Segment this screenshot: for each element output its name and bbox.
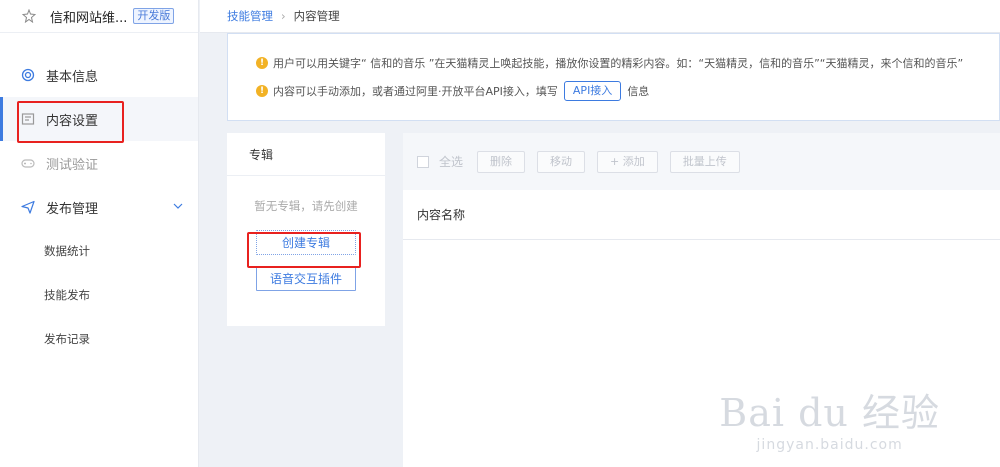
env-badge: 开发版 — [133, 8, 175, 24]
skill-logo-icon — [22, 9, 36, 23]
api-access-button[interactable]: API接入 — [563, 81, 622, 101]
breadcrumb-skill-management[interactable]: 技能管理 — [227, 8, 273, 24]
sidebar-item-basic-info[interactable]: 基本信息 — [0, 53, 198, 97]
select-all-checkbox[interactable]: 全选 — [417, 153, 463, 170]
sidebar-subitem-skill-publish[interactable]: 技能发布 — [0, 273, 198, 317]
notice-api-text: 内容可以手动添加，或者通过阿里·开放平台API接入，填写 — [273, 85, 558, 98]
checkbox-box[interactable] — [417, 155, 429, 168]
warning-icon: ! — [256, 85, 268, 97]
send-icon — [20, 199, 36, 215]
move-button[interactable]: 移动 — [537, 150, 586, 173]
chevron-down-icon[interactable] — [172, 200, 184, 216]
watermark-brand: Bai du 经验 — [719, 391, 940, 435]
notice-api-suffix: 信息 — [627, 85, 650, 98]
album-panel: 专辑 暂无专辑，请先创建 创建专辑 语音交互插件 — [227, 133, 385, 326]
sidebar: 信和网站维... 开发版 基本信息 内容设置 测试验证 发布管理 数据统计 技能… — [0, 0, 199, 467]
table-header: 内容名称 — [403, 190, 1000, 240]
album-title: 专辑 — [227, 133, 385, 176]
content-icon — [20, 111, 36, 127]
select-all-label: 全选 — [439, 155, 464, 169]
sidebar-item-content-settings[interactable]: 内容设置 — [0, 97, 198, 141]
app-name: 信和网站维... — [50, 10, 128, 26]
sidebar-nav: 基本信息 内容设置 测试验证 发布管理 数据统计 技能发布 发布记录 — [0, 33, 198, 361]
app-header: 信和网站维... 开发版 — [0, 0, 198, 33]
content-toolbar: 全选 删除 移动 + 添加 批量上传 — [403, 133, 1000, 190]
delete-button[interactable]: 删除 — [477, 150, 526, 173]
breadcrumb-current: 内容管理 — [293, 9, 340, 23]
target-icon — [20, 67, 36, 83]
notice-keyword-text: 用户可以用关键字“ 信和的音乐 ”在天猫精灵上唤起技能，播放你设置的精彩内容。如… — [273, 57, 964, 70]
sidebar-item-label: 发布管理 — [46, 201, 99, 217]
add-button[interactable]: + 添加 — [597, 150, 658, 173]
voice-plugin-button[interactable]: 语音交互插件 — [256, 266, 356, 291]
sidebar-subitem-data-stats[interactable]: 数据统计 — [0, 229, 198, 273]
breadcrumb-separator-icon: › — [281, 9, 286, 23]
create-album-button[interactable]: 创建专辑 — [256, 230, 356, 255]
column-content-name: 内容名称 — [417, 208, 466, 222]
gamepad-icon — [20, 155, 36, 171]
sidebar-item-label: 内容设置 — [46, 113, 99, 129]
notice-line-keyword: ! 用户可以用关键字“ 信和的音乐 ”在天猫精灵上唤起技能，播放你设置的精彩内容… — [256, 54, 999, 72]
sidebar-subitem-publish-history[interactable]: 发布记录 — [0, 317, 198, 361]
notice-line-api: ! 内容可以手动添加，或者通过阿里·开放平台API接入，填写 API接入 信息 — [256, 81, 999, 101]
warning-icon: ! — [256, 57, 268, 69]
sidebar-item-label: 测试验证 — [46, 157, 99, 173]
breadcrumb: 技能管理 › 内容管理 — [200, 0, 1000, 33]
sidebar-item-publish-management[interactable]: 发布管理 — [0, 185, 198, 229]
info-notice: ! 用户可以用关键字“ 信和的音乐 ”在天猫精灵上唤起技能，播放你设置的精彩内容… — [227, 33, 1000, 121]
sidebar-item-test[interactable]: 测试验证 — [0, 141, 198, 185]
batch-upload-button[interactable]: 批量上传 — [669, 150, 740, 173]
album-empty-text: 暂无专辑，请先创建 — [254, 199, 358, 213]
watermark-url: jingyan.baidu.com — [756, 437, 903, 453]
baidu-jingyan-watermark: Bai du 经验 jingyan.baidu.com — [719, 382, 940, 453]
sidebar-item-label: 基本信息 — [46, 69, 99, 85]
